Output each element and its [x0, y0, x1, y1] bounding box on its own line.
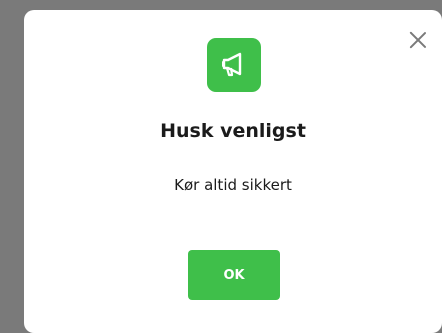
megaphone-icon-tile: [207, 38, 261, 92]
reminder-dialog: Husk venligst Kør altid sikkert OK: [24, 10, 442, 333]
dialog-message: Kør altid sikkert: [174, 176, 292, 194]
megaphone-icon: [222, 52, 242, 77]
dialog-title: Husk venligst: [160, 120, 306, 142]
close-button[interactable]: [408, 30, 428, 50]
ok-button[interactable]: OK: [188, 250, 280, 300]
